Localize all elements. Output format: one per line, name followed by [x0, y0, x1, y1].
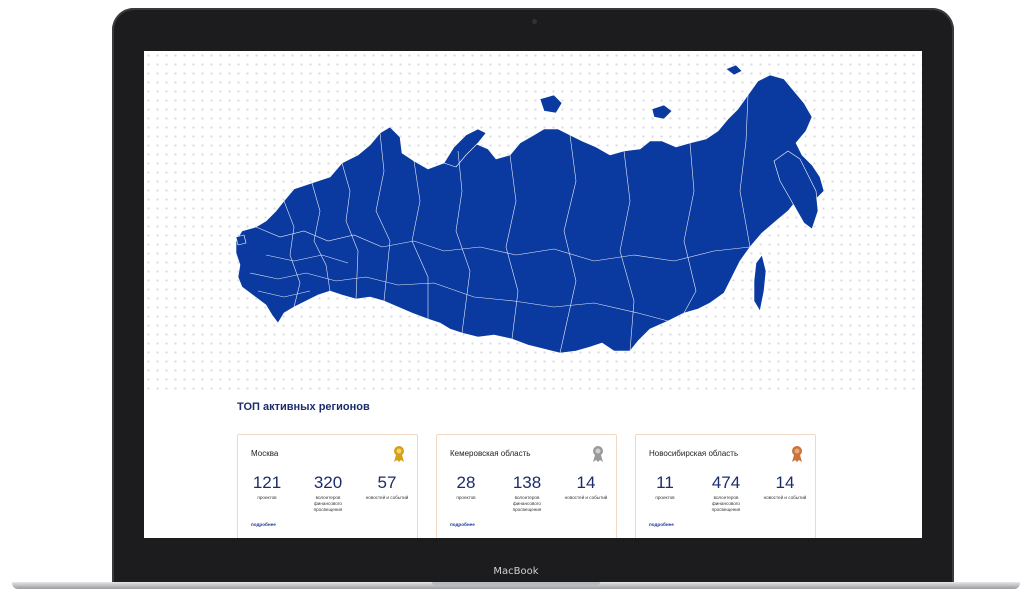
- region-card[interactable]: Новосибирская область 11 проектов 474 во…: [635, 434, 816, 538]
- map-mainland[interactable]: [235, 74, 825, 354]
- volunteers-label: волонтеров финансового просвещения: [512, 495, 542, 512]
- screen: ТОП активных регионов Москва 121 проекто…: [144, 51, 922, 538]
- camera-icon: [532, 19, 537, 24]
- news-count: 14: [576, 473, 596, 492]
- news-count: 57: [377, 473, 397, 492]
- more-link[interactable]: подробнее: [649, 522, 674, 527]
- projects-count: 28: [456, 473, 476, 492]
- news-label: новостей и событий: [365, 495, 409, 500]
- volunteers-count: 474: [711, 473, 741, 492]
- volunteers-count: 320: [313, 473, 343, 492]
- region-name: Москва: [251, 449, 279, 458]
- map-new-siberian-islands[interactable]: [651, 104, 673, 120]
- news-label: новостей и событий: [763, 495, 807, 500]
- volunteers-label: волонтеров финансового просвещения: [711, 495, 741, 512]
- volunteers-count: 138: [512, 473, 542, 492]
- map-sakhalin[interactable]: [753, 254, 767, 312]
- region-card[interactable]: Кемеровская область 28 проектов 138 воло…: [436, 434, 617, 538]
- projects-count: 121: [252, 473, 282, 492]
- more-link[interactable]: подробнее: [251, 522, 276, 527]
- region-name: Кемеровская область: [450, 449, 531, 458]
- section-title: ТОП активных регионов: [237, 401, 370, 413]
- gold-medal-icon: [394, 446, 404, 462]
- news-label: новостей и событий: [564, 495, 608, 500]
- map-severnaya-zemlya[interactable]: [539, 94, 563, 114]
- more-link[interactable]: подробнее: [450, 522, 475, 527]
- russia-regions-map[interactable]: [144, 51, 922, 391]
- news-count: 14: [775, 473, 795, 492]
- device-brand-label: MacBook: [493, 566, 539, 577]
- projects-count: 11: [656, 473, 674, 492]
- silver-medal-icon: [593, 446, 603, 462]
- region-name: Новосибирская область: [649, 449, 739, 458]
- projects-label: проектов: [655, 495, 675, 500]
- projects-label: проектов: [456, 495, 476, 500]
- bronze-medal-icon: [792, 446, 802, 462]
- volunteers-label: волонтеров финансового просвещения: [313, 495, 343, 512]
- projects-label: проектов: [257, 495, 277, 500]
- map-kaliningrad[interactable]: [235, 234, 247, 246]
- map-wrangel-island[interactable]: [725, 64, 743, 76]
- region-card[interactable]: Москва 121 проектов 320 волонтеров финан…: [237, 434, 418, 538]
- laptop-opening-notch: [432, 582, 600, 586]
